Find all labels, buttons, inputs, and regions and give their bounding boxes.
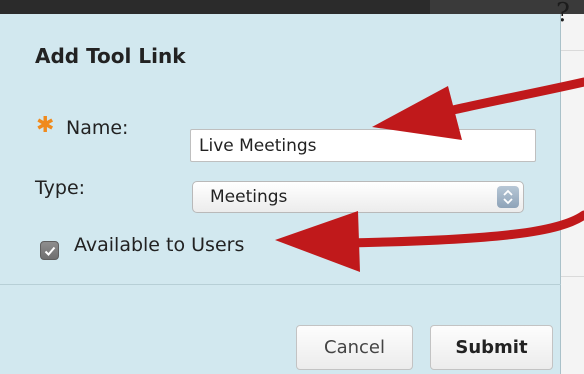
checkmark-icon [44, 246, 56, 256]
required-star-icon: ✱ [36, 113, 55, 138]
available-checkbox[interactable] [40, 241, 59, 260]
available-to-users-label[interactable]: Available to Users [74, 234, 244, 256]
type-label: Type: [35, 177, 86, 199]
screenshot-stage: ? Add Tool Link ✱ Name: Type: Meetings A… [0, 0, 584, 374]
cancel-button[interactable]: Cancel [296, 325, 413, 370]
dialog-divider [0, 284, 561, 285]
submit-button[interactable]: Submit [430, 325, 553, 370]
type-select[interactable]: Meetings [192, 181, 524, 213]
background-divider [560, 276, 584, 277]
add-tool-link-dialog: Add Tool Link ✱ Name: Type: Meetings Ava… [0, 14, 561, 374]
name-label: Name: [66, 117, 129, 139]
dialog-title: Add Tool Link [35, 44, 186, 68]
background-page-edge [560, 14, 584, 374]
type-select-value: Meetings [210, 187, 288, 207]
name-input[interactable] [190, 129, 536, 162]
select-arrows-icon [497, 186, 519, 208]
background-header-strip [0, 0, 584, 14]
background-divider [560, 50, 584, 51]
